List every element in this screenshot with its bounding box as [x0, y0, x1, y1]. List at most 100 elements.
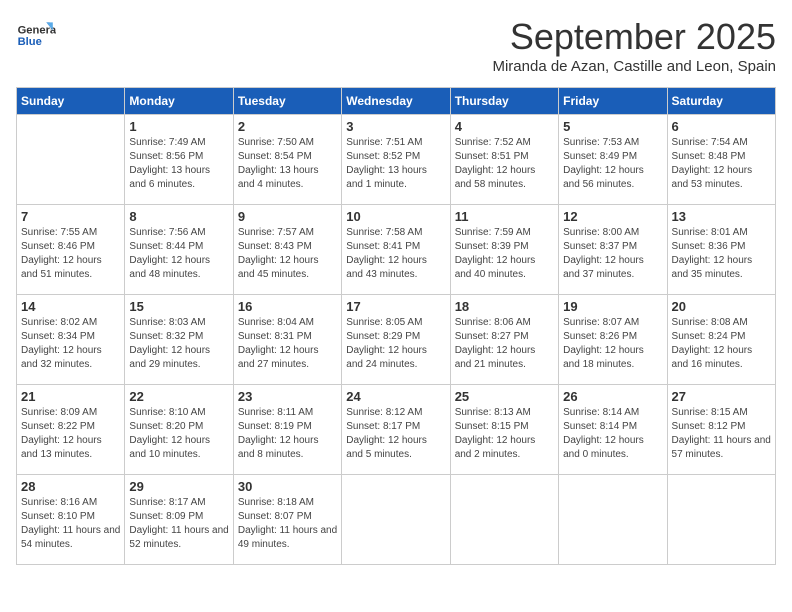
calendar-cell: 16 Sunrise: 8:04 AMSunset: 8:31 PMDayligh… [233, 295, 341, 385]
day-number: 12 [563, 209, 662, 224]
calendar-cell [559, 475, 667, 565]
day-info: Sunrise: 8:00 AMSunset: 8:37 PMDaylight:… [563, 226, 662, 282]
calendar-cell: 5 Sunrise: 7:53 AMSunset: 8:49 PMDaylight… [559, 115, 667, 205]
day-info: Sunrise: 8:03 AMSunset: 8:32 PMDaylight:… [129, 316, 228, 372]
month-title: September 2025 [492, 16, 776, 58]
day-number: 21 [21, 389, 120, 404]
day-info: Sunrise: 7:59 AMSunset: 8:39 PMDaylight:… [455, 226, 554, 282]
calendar-cell: 23 Sunrise: 8:11 AMSunset: 8:19 PMDayligh… [233, 385, 341, 475]
day-number: 5 [563, 119, 662, 134]
day-info: Sunrise: 8:05 AMSunset: 8:29 PMDaylight:… [346, 316, 445, 372]
day-info: Sunrise: 8:18 AMSunset: 8:07 PMDaylight:… [238, 496, 337, 552]
day-info: Sunrise: 7:58 AMSunset: 8:41 PMDaylight:… [346, 226, 445, 282]
day-number: 29 [129, 479, 228, 494]
day-number: 19 [563, 299, 662, 314]
day-number: 6 [672, 119, 771, 134]
day-info: Sunrise: 7:53 AMSunset: 8:49 PMDaylight:… [563, 136, 662, 192]
day-number: 18 [455, 299, 554, 314]
weekday-header: Thursday [450, 88, 558, 115]
weekday-header: Wednesday [342, 88, 450, 115]
calendar-cell: 21 Sunrise: 8:09 AMSunset: 8:22 PMDayligh… [17, 385, 125, 475]
calendar-cell: 20 Sunrise: 8:08 AMSunset: 8:24 PMDayligh… [667, 295, 775, 385]
week-row: 28 Sunrise: 8:16 AMSunset: 8:10 PMDayligh… [17, 475, 776, 565]
day-info: Sunrise: 8:17 AMSunset: 8:09 PMDaylight:… [129, 496, 228, 552]
day-info: Sunrise: 7:56 AMSunset: 8:44 PMDaylight:… [129, 226, 228, 282]
calendar-table: SundayMondayTuesdayWednesdayThursdayFrid… [16, 87, 776, 565]
day-number: 9 [238, 209, 337, 224]
day-number: 30 [238, 479, 337, 494]
day-info: Sunrise: 8:15 AMSunset: 8:12 PMDaylight:… [672, 406, 771, 462]
calendar-cell: 4 Sunrise: 7:52 AMSunset: 8:51 PMDaylight… [450, 115, 558, 205]
day-number: 4 [455, 119, 554, 134]
day-info: Sunrise: 8:02 AMSunset: 8:34 PMDaylight:… [21, 316, 120, 372]
calendar-cell: 24 Sunrise: 8:12 AMSunset: 8:17 PMDayligh… [342, 385, 450, 475]
calendar-cell: 10Sunrise: 7:58 AMSunset: 8:41 PMDayligh… [342, 205, 450, 295]
day-info: Sunrise: 8:06 AMSunset: 8:27 PMDaylight:… [455, 316, 554, 372]
day-number: 22 [129, 389, 228, 404]
day-number: 13 [672, 209, 771, 224]
title-area: September 2025 Miranda de Azan, Castille… [492, 16, 776, 75]
day-info: Sunrise: 8:11 AMSunset: 8:19 PMDaylight:… [238, 406, 337, 462]
day-number: 14 [21, 299, 120, 314]
week-row: 21 Sunrise: 8:09 AMSunset: 8:22 PMDayligh… [17, 385, 776, 475]
day-number: 3 [346, 119, 445, 134]
calendar-cell: 25Sunrise: 8:13 AMSunset: 8:15 PMDayligh… [450, 385, 558, 475]
day-info: Sunrise: 7:49 AMSunset: 8:56 PMDaylight:… [129, 136, 228, 192]
weekday-header: Sunday [17, 88, 125, 115]
week-row: 14 Sunrise: 8:02 AMSunset: 8:34 PMDayligh… [17, 295, 776, 385]
day-number: 20 [672, 299, 771, 314]
day-number: 11 [455, 209, 554, 224]
week-row: 7 Sunrise: 7:55 AMSunset: 8:46 PMDaylight… [17, 205, 776, 295]
day-info: Sunrise: 7:54 AMSunset: 8:48 PMDaylight:… [672, 136, 771, 192]
calendar-cell: 6 Sunrise: 7:54 AMSunset: 8:48 PMDaylight… [667, 115, 775, 205]
calendar-cell: 28 Sunrise: 8:16 AMSunset: 8:10 PMDayligh… [17, 475, 125, 565]
day-number: 1 [129, 119, 228, 134]
day-info: Sunrise: 8:09 AMSunset: 8:22 PMDaylight:… [21, 406, 120, 462]
day-info: Sunrise: 8:10 AMSunset: 8:20 PMDaylight:… [129, 406, 228, 462]
day-info: Sunrise: 8:16 AMSunset: 8:10 PMDaylight:… [21, 496, 120, 552]
calendar-cell: 18 Sunrise: 8:06 AMSunset: 8:27 PMDayligh… [450, 295, 558, 385]
calendar-cell: 13 Sunrise: 8:01 AMSunset: 8:36 PMDayligh… [667, 205, 775, 295]
weekday-header: Monday [125, 88, 233, 115]
logo: General Blue [16, 16, 56, 56]
weekday-header: Saturday [667, 88, 775, 115]
weekday-header-row: SundayMondayTuesdayWednesdayThursdayFrid… [17, 88, 776, 115]
day-info: Sunrise: 7:50 AMSunset: 8:54 PMDaylight:… [238, 136, 337, 192]
day-number: 24 [346, 389, 445, 404]
day-info: Sunrise: 8:04 AMSunset: 8:31 PMDaylight:… [238, 316, 337, 372]
day-info: Sunrise: 7:51 AMSunset: 8:52 PMDaylight:… [346, 136, 445, 192]
calendar-cell [667, 475, 775, 565]
calendar-cell: 15 Sunrise: 8:03 AMSunset: 8:32 PMDayligh… [125, 295, 233, 385]
calendar-cell [17, 115, 125, 205]
day-info: Sunrise: 7:55 AMSunset: 8:46 PMDaylight:… [21, 226, 120, 282]
calendar-cell: 11 Sunrise: 7:59 AMSunset: 8:39 PMDayligh… [450, 205, 558, 295]
day-info: Sunrise: 7:52 AMSunset: 8:51 PMDaylight:… [455, 136, 554, 192]
day-number: 15 [129, 299, 228, 314]
calendar-cell [450, 475, 558, 565]
calendar-cell: 7 Sunrise: 7:55 AMSunset: 8:46 PMDaylight… [17, 205, 125, 295]
calendar-cell: 22 Sunrise: 8:10 AMSunset: 8:20 PMDayligh… [125, 385, 233, 475]
day-number: 27 [672, 389, 771, 404]
svg-text:Blue: Blue [18, 36, 42, 48]
location: Miranda de Azan, Castille and Leon, Spai… [492, 58, 776, 75]
day-number: 8 [129, 209, 228, 224]
day-info: Sunrise: 8:01 AMSunset: 8:36 PMDaylight:… [672, 226, 771, 282]
calendar-cell: 14 Sunrise: 8:02 AMSunset: 8:34 PMDayligh… [17, 295, 125, 385]
calendar-cell: 29 Sunrise: 8:17 AMSunset: 8:09 PMDayligh… [125, 475, 233, 565]
calendar-cell: 3 Sunrise: 7:51 AMSunset: 8:52 PMDaylight… [342, 115, 450, 205]
day-number: 26 [563, 389, 662, 404]
day-info: Sunrise: 8:12 AMSunset: 8:17 PMDaylight:… [346, 406, 445, 462]
day-number: 7 [21, 209, 120, 224]
day-number: 28 [21, 479, 120, 494]
week-row: 1 Sunrise: 7:49 AMSunset: 8:56 PMDaylight… [17, 115, 776, 205]
day-number: 23 [238, 389, 337, 404]
day-info: Sunrise: 7:57 AMSunset: 8:43 PMDaylight:… [238, 226, 337, 282]
calendar-cell: 17 Sunrise: 8:05 AMSunset: 8:29 PMDayligh… [342, 295, 450, 385]
calendar-cell: 12 Sunrise: 8:00 AMSunset: 8:37 PMDayligh… [559, 205, 667, 295]
day-info: Sunrise: 8:14 AMSunset: 8:14 PMDaylight:… [563, 406, 662, 462]
calendar-cell: 8 Sunrise: 7:56 AMSunset: 8:44 PMDaylight… [125, 205, 233, 295]
day-number: 17 [346, 299, 445, 314]
day-number: 16 [238, 299, 337, 314]
day-info: Sunrise: 8:08 AMSunset: 8:24 PMDaylight:… [672, 316, 771, 372]
logo-icon: General Blue [16, 16, 56, 56]
